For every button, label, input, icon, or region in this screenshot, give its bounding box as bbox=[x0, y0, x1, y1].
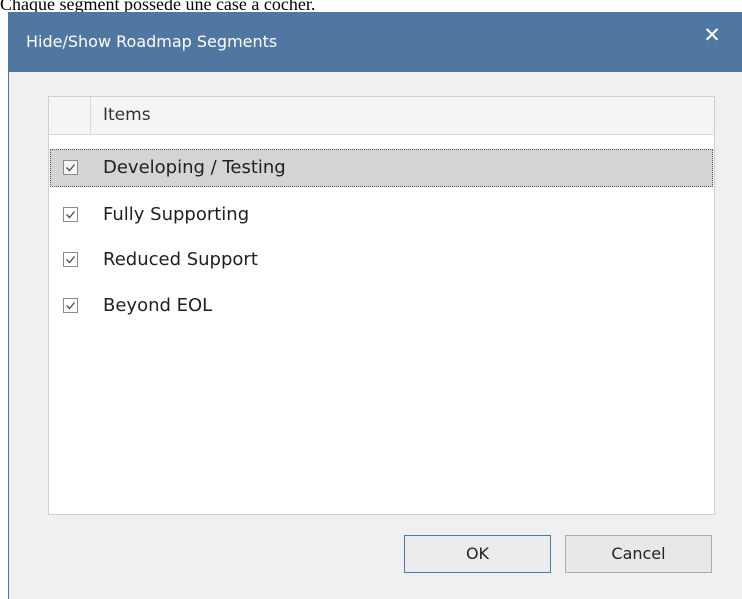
check-icon bbox=[66, 211, 75, 219]
close-icon[interactable]: ✕ bbox=[698, 22, 726, 48]
checkbox-beyond-eol[interactable] bbox=[63, 298, 78, 313]
header-checkbox-column bbox=[49, 97, 91, 134]
items-column-header[interactable]: Items bbox=[103, 97, 151, 134]
check-icon bbox=[66, 256, 75, 264]
check-icon bbox=[66, 164, 75, 172]
list-item-beyond-eol[interactable]: Beyond EOL bbox=[49, 286, 714, 326]
checkbox-fully-supporting[interactable] bbox=[63, 207, 78, 222]
hide-show-roadmap-segments-dialog: Hide/Show Roadmap Segments ✕ Items Devel… bbox=[8, 12, 742, 599]
segments-list[interactable]: Items Developing / Testing Fully Support… bbox=[48, 96, 715, 515]
list-item-fully-supporting[interactable]: Fully Supporting bbox=[49, 195, 714, 235]
list-item-reduced-support[interactable]: Reduced Support bbox=[49, 240, 714, 280]
list-header: Items bbox=[49, 97, 714, 135]
checkbox-developing-testing[interactable] bbox=[63, 160, 78, 175]
list-item-label: Developing / Testing bbox=[103, 157, 286, 178]
cancel-button[interactable]: Cancel bbox=[565, 535, 712, 573]
check-icon bbox=[66, 302, 75, 310]
ok-button[interactable]: OK bbox=[404, 535, 551, 573]
list-item-label: Beyond EOL bbox=[103, 295, 213, 316]
list-item-label: Fully Supporting bbox=[103, 204, 250, 225]
dialog-border bbox=[8, 72, 9, 599]
dialog-titlebar[interactable]: Hide/Show Roadmap Segments ✕ bbox=[8, 12, 742, 72]
list-item-developing-testing[interactable]: Developing / Testing bbox=[49, 148, 714, 188]
checkbox-reduced-support[interactable] bbox=[63, 252, 78, 267]
list-item-label: Reduced Support bbox=[103, 249, 258, 270]
dialog-title: Hide/Show Roadmap Segments bbox=[26, 32, 278, 51]
